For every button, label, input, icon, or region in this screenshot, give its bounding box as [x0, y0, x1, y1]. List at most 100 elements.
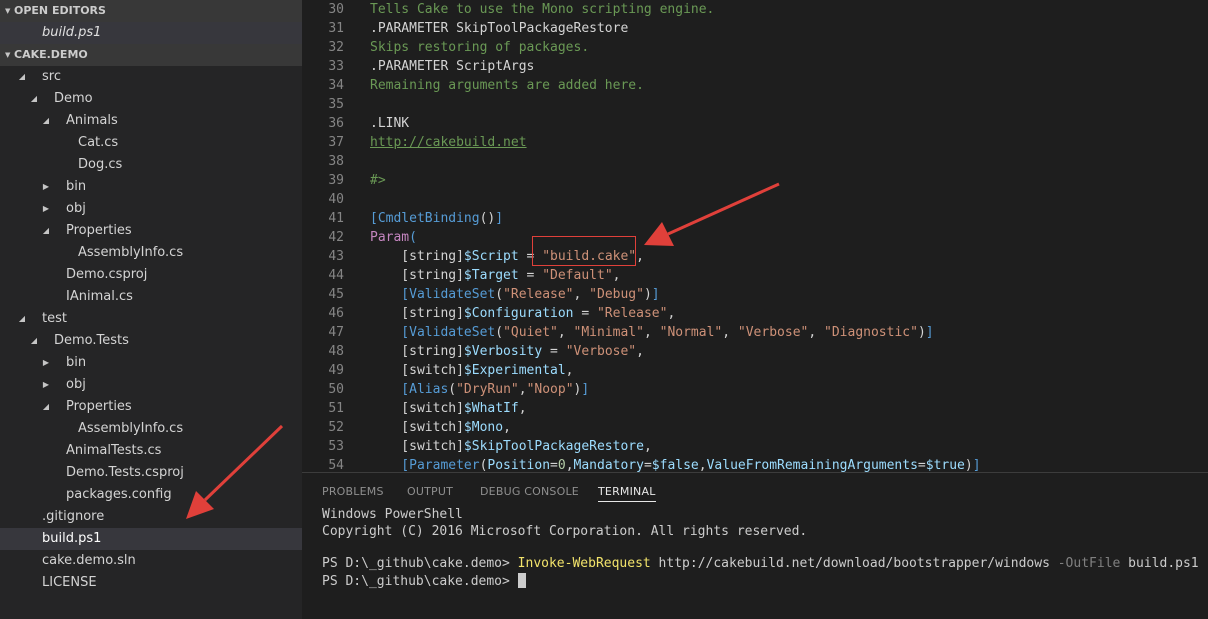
open-editor-build-ps1[interactable]: build.ps1: [0, 22, 302, 44]
code-line[interactable]: 34 Remaining arguments are added here.: [302, 76, 1208, 95]
code-editor[interactable]: 30 Tells Cake to use the Mono scripting e…: [302, 0, 1208, 472]
tree-item[interactable]: ◢ Demo.Tests: [0, 330, 302, 352]
code-text: http://cakebuild.net: [370, 133, 527, 152]
code-token: Param: [370, 230, 410, 245]
project-header[interactable]: ▼ CAKE.DEMO: [0, 44, 302, 66]
code-token: ,: [722, 325, 738, 340]
tab-problems[interactable]: PROBLEMS: [322, 485, 384, 498]
code-text: #>: [370, 171, 386, 190]
code-line[interactable]: 33 .PARAMETER ScriptArgs: [302, 57, 1208, 76]
tree-item[interactable]: AssemblyInfo.cs: [0, 242, 302, 264]
line-number: 54: [328, 458, 344, 472]
code-line[interactable]: 39 #>: [302, 171, 1208, 190]
code-line[interactable]: 47 [ValidateSet("Quiet", "Minimal", "Nor…: [302, 323, 1208, 342]
chevron-right-icon[interactable]: ▶: [41, 198, 51, 220]
code-token: ,: [808, 325, 825, 340]
terminal-command-line[interactable]: PS D:\_github\cake.demo> Invoke-WebReque…: [322, 556, 1199, 571]
tree-item[interactable]: ◢ src: [0, 66, 302, 88]
code-line[interactable]: 54 [Parameter(Position=0,Mandatory=$fals…: [302, 456, 1208, 472]
code-text: [Alias("DryRun","Noop")]: [370, 380, 589, 399]
code-line[interactable]: 41 [CmdletBinding()]: [302, 209, 1208, 228]
tree-item[interactable]: ◢ Animals: [0, 110, 302, 132]
code-token: Skips restoring of packages.: [370, 40, 590, 55]
chevron-right-icon[interactable]: ▶: [41, 176, 51, 198]
code-token: ,: [573, 287, 590, 302]
terminal-prompt: PS D:\_github\cake.demo>: [322, 556, 518, 571]
chevron-down-icon[interactable]: ◢: [29, 88, 39, 110]
code-line[interactable]: 40: [302, 190, 1208, 209]
code-line[interactable]: 36 .LINK: [302, 114, 1208, 133]
chevron-down-icon[interactable]: ◢: [17, 66, 27, 88]
code-line[interactable]: 32 Skips restoring of packages.: [302, 38, 1208, 57]
line-number: 40: [328, 192, 344, 207]
code-token: ,: [636, 249, 644, 264]
tree-item[interactable]: packages.config: [0, 484, 302, 506]
open-editors-header[interactable]: ▼ OPEN EDITORS: [0, 0, 302, 22]
tree-item[interactable]: AssemblyInfo.cs: [0, 418, 302, 440]
code-token: ,: [612, 268, 621, 283]
code-line[interactable]: 35: [302, 95, 1208, 114]
tree-item[interactable]: build.ps1: [0, 528, 302, 550]
code-token: ,: [636, 344, 644, 359]
code-line[interactable]: 53 [switch]$SkipToolPackageRestore,: [302, 437, 1208, 456]
code-token: (: [495, 287, 504, 302]
code-token[interactable]: http://cakebuild.net: [370, 135, 527, 150]
tree-item[interactable]: Cat.cs: [0, 132, 302, 154]
tab-output[interactable]: OUTPUT: [407, 485, 453, 498]
tree-item[interactable]: cake.demo.sln: [0, 550, 302, 572]
terminal-line-1: Windows PowerShell: [322, 507, 463, 522]
code-token: [switch]: [370, 439, 464, 454]
code-line[interactable]: 52 [switch]$Mono,: [302, 418, 1208, 437]
chevron-down-icon[interactable]: ◢: [41, 220, 51, 242]
chevron-down-icon[interactable]: ◢: [41, 110, 51, 132]
tree-item[interactable]: AnimalTests.cs: [0, 440, 302, 462]
code-line[interactable]: 49 [switch]$Experimental,: [302, 361, 1208, 380]
code-line[interactable]: 30 Tells Cake to use the Mono scripting e…: [302, 0, 1208, 19]
chevron-right-icon[interactable]: ▶: [41, 352, 51, 374]
tree-item[interactable]: Demo.Tests.csproj: [0, 462, 302, 484]
code-token: Remaining arguments are added here.: [370, 78, 644, 93]
chevron-right-icon[interactable]: ▶: [41, 374, 51, 396]
chevron-down-icon[interactable]: ◢: [17, 308, 27, 330]
tree-item[interactable]: ▶ bin: [0, 176, 302, 198]
code-token: "Minimal": [573, 325, 644, 340]
code-line[interactable]: 51 [switch]$WhatIf,: [302, 399, 1208, 418]
tree-item[interactable]: ▶ obj: [0, 374, 302, 396]
tree-item[interactable]: ◢ Properties: [0, 396, 302, 418]
terminal-cmdlet: Invoke-WebRequest: [517, 556, 651, 571]
code-line[interactable]: 48 [string]$Verbosity = "Verbose",: [302, 342, 1208, 361]
tab-debug-console[interactable]: DEBUG CONSOLE: [480, 485, 579, 498]
code-text: [string]$Verbosity = "Verbose",: [370, 342, 644, 361]
tree-item[interactable]: .gitignore: [0, 506, 302, 528]
tree-item[interactable]: ▶ bin: [0, 352, 302, 374]
code-line[interactable]: 37 http://cakebuild.net: [302, 133, 1208, 152]
code-text: [switch]$Mono,: [370, 418, 511, 437]
code-text: [string]$Configuration = "Release",: [370, 304, 675, 323]
tree-item[interactable]: ◢ Properties: [0, 220, 302, 242]
code-line[interactable]: 31 .PARAMETER SkipToolPackageRestore: [302, 19, 1208, 38]
terminal-prompt-line[interactable]: PS D:\_github\cake.demo>: [322, 573, 526, 589]
tree-item[interactable]: LICENSE: [0, 572, 302, 594]
code-token: "Normal": [659, 325, 723, 340]
tree-item[interactable]: Dog.cs: [0, 154, 302, 176]
code-line[interactable]: 43 [string]$Script = "build.cake",: [302, 247, 1208, 266]
tree-item[interactable]: Demo.csproj: [0, 264, 302, 286]
code-line[interactable]: 42 Param(: [302, 228, 1208, 247]
code-token: ,: [518, 401, 527, 416]
code-line[interactable]: 46 [string]$Configuration = "Release",: [302, 304, 1208, 323]
code-token: $Verbosity: [463, 344, 543, 359]
line-number: 41: [328, 211, 344, 226]
line-number: 30: [328, 2, 344, 17]
code-line[interactable]: 38: [302, 152, 1208, 171]
tree-item[interactable]: ▶ obj: [0, 198, 302, 220]
code-line[interactable]: 45 [ValidateSet("Release", "Debug")]: [302, 285, 1208, 304]
tree-item[interactable]: ◢ test: [0, 308, 302, 330]
tree-item[interactable]: ◢ Demo: [0, 88, 302, 110]
code-line[interactable]: 50 [Alias("DryRun","Noop")]: [302, 380, 1208, 399]
tree-item[interactable]: IAnimal.cs: [0, 286, 302, 308]
tab-terminal[interactable]: TERMINAL: [598, 485, 656, 502]
code-token: [string]: [370, 306, 464, 321]
chevron-down-icon[interactable]: ◢: [29, 330, 39, 352]
code-line[interactable]: 44 [string]$Target = "Default",: [302, 266, 1208, 285]
chevron-down-icon[interactable]: ◢: [41, 396, 51, 418]
